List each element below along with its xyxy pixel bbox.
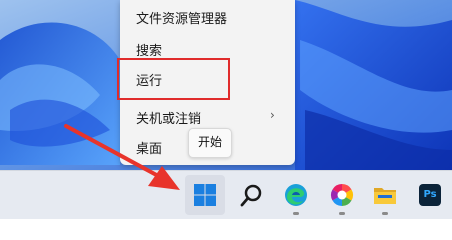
annotation-arrow <box>64 124 180 190</box>
